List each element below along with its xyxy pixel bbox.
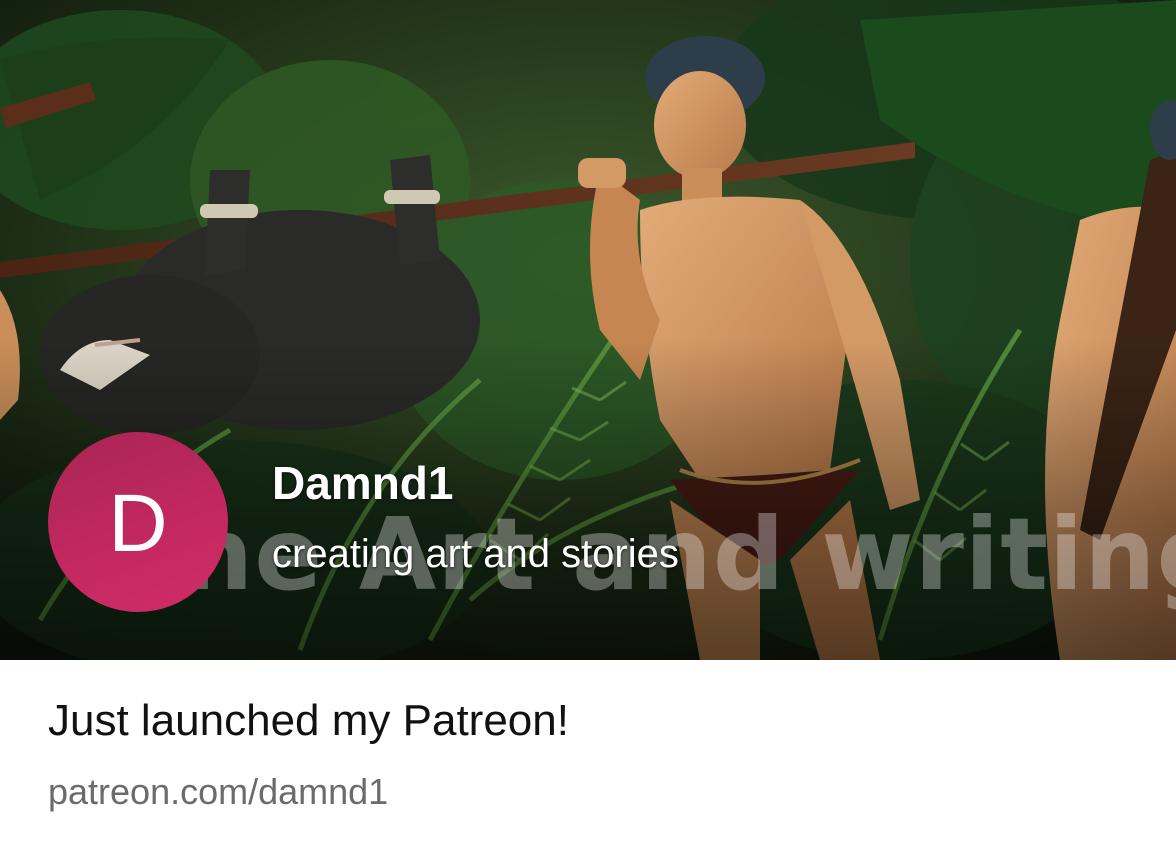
cover-banner[interactable]: he Art and writing D Damnd1 creating art… bbox=[0, 0, 1176, 660]
creator-name[interactable]: Damnd1 bbox=[272, 460, 453, 506]
patreon-link-card[interactable]: he Art and writing D Damnd1 creating art… bbox=[0, 0, 1176, 852]
link-title[interactable]: Just launched my Patreon! bbox=[48, 696, 569, 745]
creator-tagline: creating art and stories bbox=[272, 532, 679, 576]
avatar-initial: D bbox=[108, 478, 168, 569]
creator-avatar[interactable]: D bbox=[48, 432, 228, 612]
link-url[interactable]: patreon.com/damnd1 bbox=[48, 772, 388, 812]
